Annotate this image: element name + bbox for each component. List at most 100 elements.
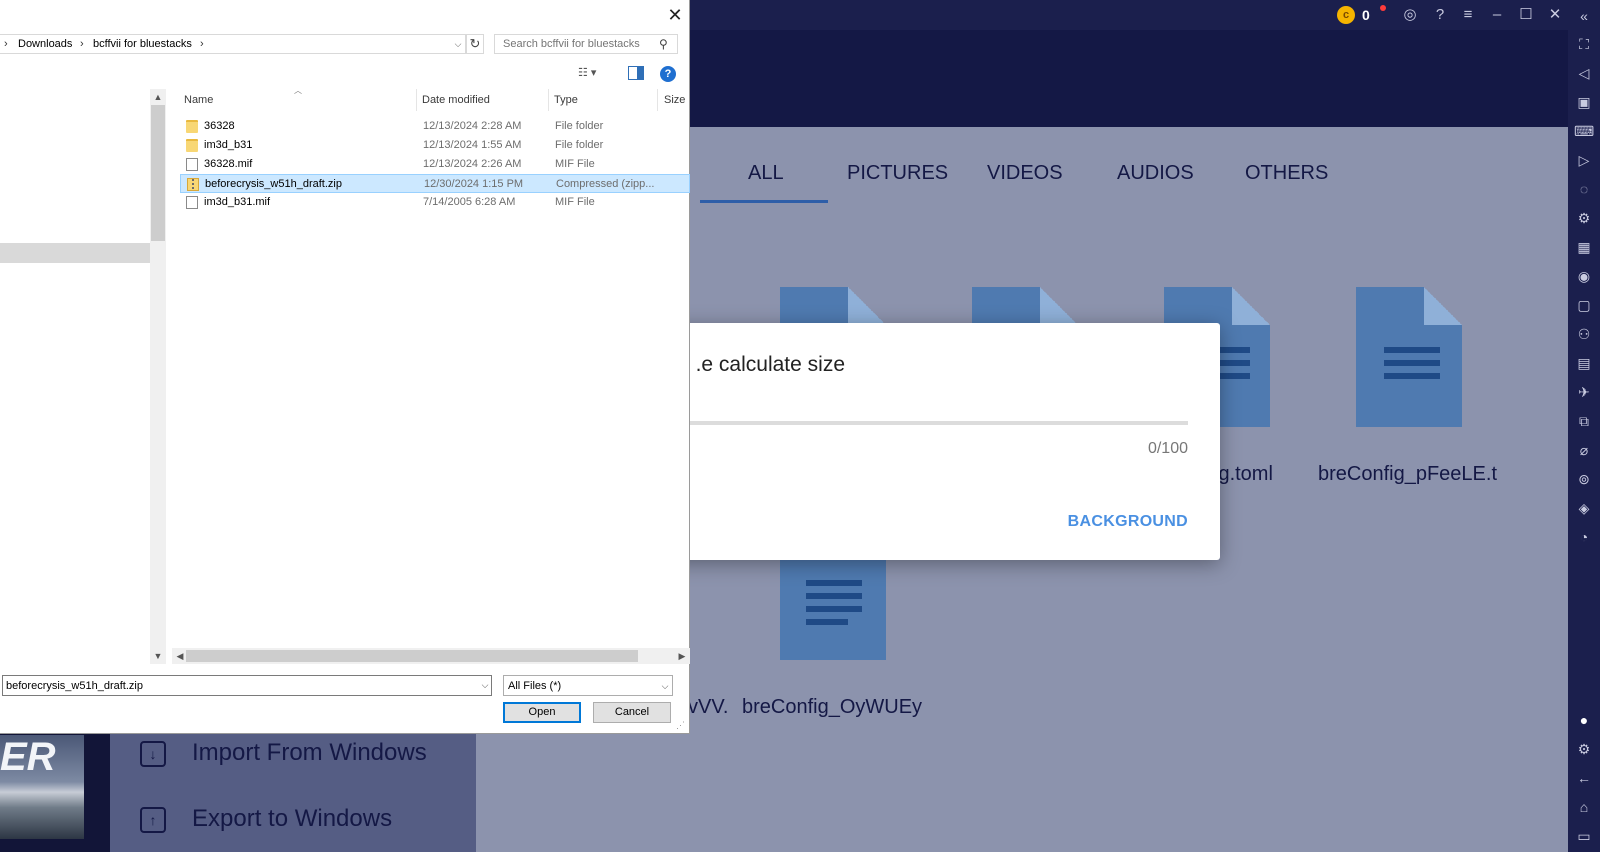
- apk-icon[interactable]: ▦: [1574, 237, 1594, 257]
- cancel-button[interactable]: Cancel: [593, 702, 671, 723]
- scrollbar-thumb[interactable]: [186, 650, 638, 662]
- view-options-icon[interactable]: ☷ ▾: [578, 66, 612, 82]
- column-header-type[interactable]: Type: [554, 94, 578, 106]
- help-icon[interactable]: ?: [1430, 5, 1450, 25]
- scrollbar-thumb[interactable]: [151, 105, 165, 241]
- notification-dot: [1380, 5, 1386, 11]
- rotate-icon[interactable]: ◌: [1574, 179, 1594, 199]
- export-to-windows-label: Export to Windows: [192, 805, 393, 832]
- home-icon[interactable]: ⌂: [1574, 797, 1594, 817]
- column-header-name[interactable]: Name: [184, 94, 213, 106]
- tab-all[interactable]: ALL: [748, 158, 784, 188]
- menu-icon[interactable]: ≡: [1458, 5, 1478, 25]
- file-name-input[interactable]: [3, 676, 473, 695]
- column-header-date[interactable]: Date modified: [422, 94, 490, 106]
- screenshot-icon[interactable]: ◉: [1574, 266, 1594, 286]
- search-input[interactable]: [495, 35, 655, 53]
- file-row-selected[interactable]: beforecrysis_w51h_draft.zip 12/30/2024 1…: [180, 174, 690, 193]
- document-icon[interactable]: [1356, 287, 1462, 427]
- navigation-pane[interactable]: [0, 89, 150, 664]
- coin-count: 0: [1362, 7, 1370, 23]
- tab-audios[interactable]: AUDIOS: [1117, 158, 1194, 188]
- discord-icon[interactable]: ●: [1574, 710, 1594, 730]
- scroll-up-icon[interactable]: ▲: [150, 89, 166, 105]
- tab-videos[interactable]: VIDEOS: [987, 158, 1063, 188]
- performance-icon[interactable]: ◔: [1574, 527, 1594, 547]
- background-button[interactable]: BACKGROUND: [1068, 513, 1188, 531]
- macro-icon[interactable]: ▷: [1574, 150, 1594, 170]
- chevron-down-icon[interactable]: ⌵: [479, 678, 491, 693]
- multi-instance-icon[interactable]: ⚇: [1574, 324, 1594, 344]
- location-icon[interactable]: ⊚: [1574, 469, 1594, 489]
- file-name: 36328.mif: [204, 158, 253, 170]
- scroll-down-icon[interactable]: ▼: [150, 648, 166, 664]
- file-name-label: vVV.: [688, 696, 729, 718]
- nav-selected-item[interactable]: [0, 243, 150, 263]
- folder-icon: [186, 139, 198, 152]
- account-icon[interactable]: ◎: [1400, 5, 1420, 25]
- file-type: File folder: [555, 139, 604, 151]
- fullscreen-icon[interactable]: ⛶: [1574, 34, 1594, 54]
- maximize-icon[interactable]: ☐: [1516, 5, 1536, 25]
- airplane-icon[interactable]: ✈: [1574, 382, 1594, 402]
- file-icon: [186, 158, 198, 171]
- address-bar[interactable]: › Downloads › bcffvii for bluestacks ›: [0, 34, 466, 54]
- robot-icon[interactable]: ⚙: [1574, 208, 1594, 228]
- breadcrumb-current-folder[interactable]: bcffvii for bluestacks: [93, 38, 192, 50]
- scroll-right-icon[interactable]: ▶: [674, 648, 690, 664]
- back-icon[interactable]: ←: [1574, 768, 1594, 788]
- file-icon: [186, 196, 198, 209]
- address-dropdown-icon[interactable]: ⌵: [452, 36, 464, 52]
- layers-icon[interactable]: ◈: [1574, 498, 1594, 518]
- export-icon: ↑: [140, 807, 166, 833]
- open-button[interactable]: Open: [503, 702, 581, 723]
- tab-pictures[interactable]: PICTURES: [847, 158, 948, 188]
- open-file-dialog: ✕ › Downloads › bcffvii for bluestacks ›…: [0, 0, 690, 734]
- file-name-combobox[interactable]: ⌵: [2, 675, 492, 696]
- resize-grip-icon[interactable]: ⋰: [676, 720, 688, 732]
- file-row[interactable]: im3d_b31 12/13/2024 1:55 AM File folder: [180, 136, 690, 155]
- navigation-scrollbar[interactable]: ▲ ▼: [150, 89, 166, 664]
- dialog-close-button[interactable]: ✕: [663, 4, 687, 26]
- file-type-select[interactable]: All Files (*) ⌵: [503, 675, 673, 696]
- thumbnail-image: ER: [0, 735, 84, 839]
- file-name: im3d_b31: [204, 139, 253, 151]
- settings-icon[interactable]: ⚙: [1574, 739, 1594, 759]
- minimize-icon[interactable]: –: [1487, 5, 1507, 25]
- column-divider: [657, 89, 658, 111]
- chevron-down-icon: ⌵: [661, 681, 669, 691]
- eco-icon[interactable]: ⌀: [1574, 440, 1594, 460]
- file-row[interactable]: 36328 12/13/2024 2:28 AM File folder: [180, 117, 690, 136]
- breadcrumb-separator: ›: [4, 38, 8, 50]
- collapse-icon[interactable]: «: [1574, 6, 1594, 26]
- sort-ascending-icon: ︿: [294, 86, 302, 95]
- tab-others[interactable]: OTHERS: [1245, 158, 1328, 188]
- record-icon[interactable]: ▢: [1574, 295, 1594, 315]
- keyboard-icon[interactable]: ⌨: [1574, 121, 1594, 141]
- help-icon[interactable]: ?: [660, 66, 676, 82]
- folder-icon[interactable]: ▤: [1574, 353, 1594, 373]
- file-date: 12/13/2024 2:28 AM: [423, 120, 522, 132]
- file-row[interactable]: 36328.mif 12/13/2024 2:26 AM MIF File: [180, 155, 690, 174]
- folder-icon: [186, 120, 198, 133]
- sync-icon[interactable]: ⧉: [1574, 411, 1594, 431]
- refresh-icon[interactable]: ↻: [466, 34, 484, 54]
- progress-dialog: e calculate size. 0/100 BACKGROUND: [600, 323, 1220, 560]
- search-box[interactable]: ⚲: [494, 34, 678, 54]
- column-divider: [416, 89, 417, 111]
- column-divider: [548, 89, 549, 111]
- file-name-label: breConfig_OyWUEy: [742, 696, 923, 718]
- file-row[interactable]: im3d_b31.mif 7/14/2005 6:28 AM MIF File: [180, 193, 690, 212]
- file-name-label: ig.toml: [1214, 463, 1273, 485]
- recent-apps-icon[interactable]: ▭: [1574, 826, 1594, 846]
- file-type: MIF File: [555, 158, 595, 170]
- column-header-size[interactable]: Size: [664, 94, 685, 106]
- horizontal-scrollbar[interactable]: ◀ ▶: [172, 648, 690, 664]
- coin-icon[interactable]: c: [1337, 6, 1355, 24]
- breadcrumb-downloads[interactable]: Downloads: [18, 38, 72, 50]
- close-icon[interactable]: ✕: [1545, 5, 1565, 25]
- preview-pane-icon[interactable]: [628, 66, 644, 80]
- file-type: MIF File: [555, 196, 595, 208]
- media-icon[interactable]: ▣: [1574, 92, 1594, 112]
- volume-icon[interactable]: ◁: [1574, 63, 1594, 83]
